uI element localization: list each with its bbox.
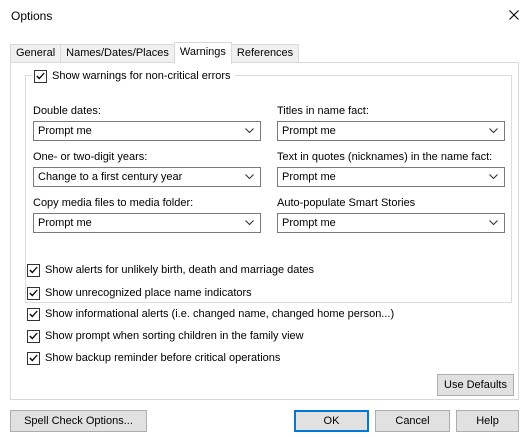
tab-names-dates-places[interactable]: Names/Dates/Places (60, 44, 175, 63)
smart-stories-select[interactable]: Prompt me (277, 213, 505, 233)
backup-reminder-checkbox[interactable]: Show backup reminder before critical ope… (27, 350, 280, 366)
double-dates-select[interactable]: Prompt me (33, 121, 261, 141)
spell-check-options-button[interactable]: Spell Check Options... (10, 410, 147, 432)
chevron-down-icon (245, 220, 254, 226)
backup-reminder-check[interactable] (27, 351, 40, 365)
titles-in-name-label: Titles in name fact: (277, 105, 369, 117)
place-indicators-checkbox[interactable]: Show unrecognized place name indicators (27, 285, 252, 301)
use-defaults-button[interactable]: Use Defaults (437, 374, 514, 396)
text-in-quotes-label: Text in quotes (nicknames) in the name f… (277, 151, 493, 163)
unlikely-dates-checkbox[interactable]: Show alerts for unlikely birth, death an… (27, 262, 314, 278)
unlikely-dates-label: Show alerts for unlikely birth, death an… (45, 264, 315, 276)
warnings-panel: Show warnings for non-critical errors Do… (10, 62, 519, 400)
copy-media-label: Copy media files to media folder: (33, 197, 194, 209)
show-warnings-checkbox[interactable]: Show warnings for non-critical errors (32, 68, 235, 84)
chevron-down-icon (489, 220, 498, 226)
help-button[interactable]: Help (456, 410, 519, 432)
checkmark-icon (29, 332, 38, 340)
two-digit-years-value: Change to a first century year (38, 171, 183, 183)
checkmark-icon (29, 266, 38, 274)
sorting-prompt-label: Show prompt when sorting children in the… (45, 330, 304, 342)
cancel-button[interactable]: Cancel (375, 410, 450, 432)
close-icon (509, 10, 519, 20)
checkmark-icon (29, 354, 38, 362)
tab-warnings[interactable]: Warnings (173, 42, 232, 64)
two-digit-years-select[interactable]: Change to a first century year (33, 167, 261, 187)
copy-media-value: Prompt me (38, 217, 92, 229)
chevron-down-icon (489, 174, 498, 180)
tab-strip: General Names/Dates/Places Warnings Refe… (10, 42, 300, 64)
informational-alerts-checkbox[interactable]: Show informational alerts (i.e. changed … (27, 306, 394, 322)
title-bar: Options (0, 0, 529, 30)
chevron-down-icon (489, 128, 498, 134)
smart-stories-value: Prompt me (282, 217, 336, 229)
chevron-down-icon (245, 128, 254, 134)
checkmark-icon (36, 72, 45, 80)
sorting-prompt-checkbox[interactable]: Show prompt when sorting children in the… (27, 328, 304, 344)
backup-reminder-label: Show backup reminder before critical ope… (45, 352, 281, 364)
checkmark-icon (29, 289, 38, 297)
two-digit-years-label: One- or two-digit years: (33, 151, 148, 163)
titles-in-name-value: Prompt me (282, 125, 336, 137)
tab-references[interactable]: References (230, 44, 300, 63)
ok-button[interactable]: OK (294, 410, 369, 432)
show-warnings-label: Show warnings for non-critical errors (52, 70, 231, 82)
informational-alerts-check[interactable] (27, 307, 40, 321)
show-warnings-check[interactable] (34, 69, 47, 83)
tab-general[interactable]: General (10, 44, 62, 63)
place-indicators-label: Show unrecognized place name indicators (45, 287, 252, 299)
titles-in-name-select[interactable]: Prompt me (277, 121, 505, 141)
text-in-quotes-value: Prompt me (282, 171, 336, 183)
informational-alerts-label: Show informational alerts (i.e. changed … (45, 308, 395, 320)
chevron-down-icon (245, 174, 254, 180)
double-dates-label: Double dates: (33, 105, 101, 117)
place-indicators-check[interactable] (27, 286, 40, 300)
text-in-quotes-select[interactable]: Prompt me (277, 167, 505, 187)
smart-stories-label: Auto-populate Smart Stories (277, 197, 416, 209)
sorting-prompt-check[interactable] (27, 329, 40, 343)
close-button[interactable] (499, 0, 529, 30)
unlikely-dates-check[interactable] (27, 263, 40, 277)
checkmark-icon (29, 310, 38, 318)
copy-media-select[interactable]: Prompt me (33, 213, 261, 233)
double-dates-value: Prompt me (38, 125, 92, 137)
window-title: Options (11, 9, 53, 23)
